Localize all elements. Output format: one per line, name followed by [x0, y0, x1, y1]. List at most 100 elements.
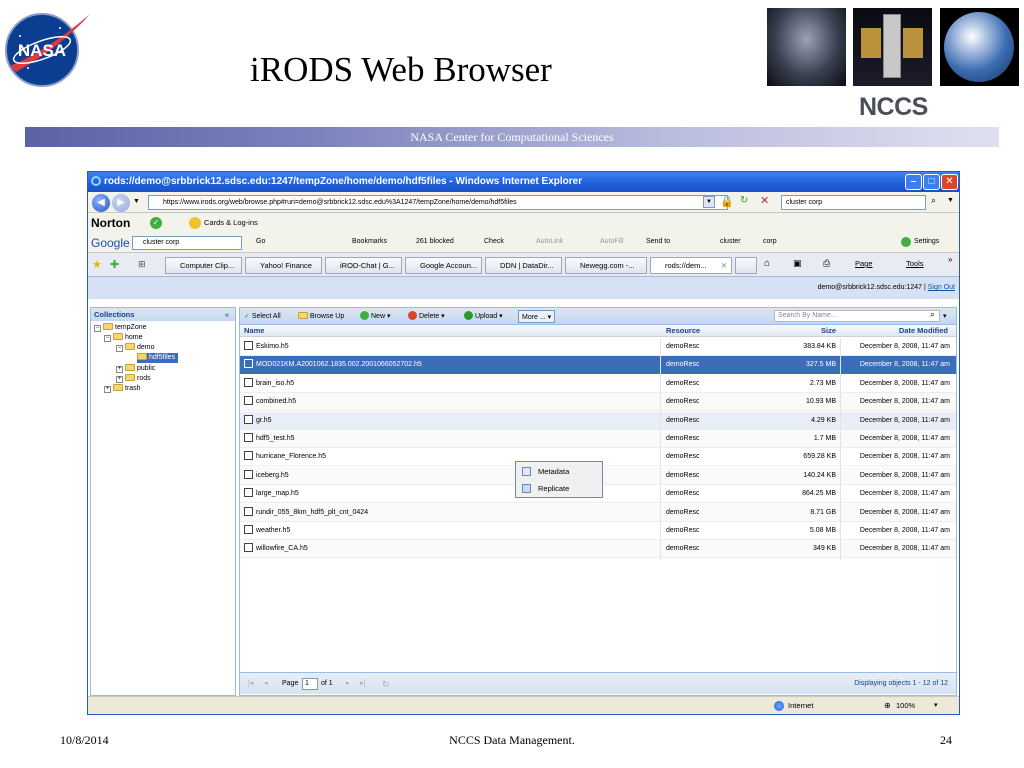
tab-irod-chat[interactable]: iROD-Chat | G...	[325, 257, 402, 274]
file-name-cell[interactable]: MOD021KM.A2001062.1835.002.2001066052702…	[244, 356, 422, 374]
cards-login-button[interactable]: Cards & Log-ins	[204, 218, 258, 227]
tree-node-rods[interactable]: + rods	[116, 374, 151, 384]
table-row[interactable]: MOD021KM.A2001062.1835.002.2001066052702…	[240, 356, 956, 375]
file-name-cell[interactable]: hdf5_test.h5	[244, 430, 295, 448]
tree-node-trash[interactable]: + trash	[104, 384, 141, 394]
chevron-more-icon[interactable]: »	[948, 255, 952, 264]
next-page-icon[interactable]: ▸	[346, 673, 350, 695]
tab-newegg[interactable]: Newegg.com -...	[565, 257, 647, 274]
browse-up-button[interactable]: Browse Up	[298, 310, 344, 323]
zoom-dropdown-icon[interactable]: ▾	[934, 697, 938, 714]
plus-icon[interactable]: +	[116, 376, 123, 383]
tab-yahoo-finance[interactable]: Yahoo! Finance	[245, 257, 322, 274]
history-dropdown-icon[interactable]: ▼	[133, 198, 140, 205]
tab-close-icon[interactable]: ✕	[721, 258, 727, 273]
table-row[interactable]: willowfire_CA.h5 demoResc 349 KB December 8…	[240, 540, 956, 559]
page-number-input[interactable]: 1	[302, 678, 318, 690]
url-dropdown-icon[interactable]: ▼	[703, 196, 715, 208]
table-row[interactable]: brain_iso.h5 demoResc 2.73 MB December 8, 2…	[240, 375, 956, 393]
tree-node-home[interactable]: − home	[104, 333, 143, 343]
delete-button[interactable]: Delete ▾	[408, 310, 445, 323]
corp-button[interactable]: corp	[763, 238, 777, 245]
file-name-cell[interactable]: iceberg.h5	[244, 467, 289, 485]
autofill-button[interactable]: AutoFill	[600, 238, 623, 245]
col-date[interactable]: Date Modified	[870, 325, 948, 337]
file-name-cell[interactable]: gr.h5	[244, 412, 272, 430]
autolink-button[interactable]: AutoLink	[536, 238, 563, 245]
upload-button[interactable]: Upload ▾	[464, 310, 503, 323]
file-name-cell[interactable]: Eskimo.h5	[244, 338, 289, 356]
file-name-cell[interactable]: combined.h5	[244, 393, 296, 411]
feeds-icon[interactable]: ▣	[793, 258, 802, 269]
col-size[interactable]: Size	[790, 325, 836, 337]
table-row[interactable]: combined.h5 demoResc 10.93 MB December 8, 2…	[240, 393, 956, 412]
forward-icon[interactable]: ▶	[112, 194, 130, 212]
back-icon[interactable]: ◀	[92, 194, 110, 212]
zoom-icon[interactable]: ⊕	[884, 697, 891, 714]
new-button[interactable]: New ▾	[360, 310, 390, 323]
grid-search-dropdown-icon[interactable]: ▾	[943, 312, 947, 320]
more-button[interactable]: More ... ▾	[518, 310, 556, 323]
table-row[interactable]: Eskimo.h5 demoResc 383.84 KB December 8, 20…	[240, 338, 956, 356]
file-name-cell[interactable]: brain_iso.h5	[244, 375, 294, 393]
col-resource[interactable]: Resource	[666, 325, 700, 337]
tree-node-hdf5files[interactable]: hdf5files	[137, 353, 179, 363]
page-menu[interactable]: Page	[855, 259, 873, 268]
maximize-button[interactable]: □	[923, 174, 940, 190]
first-page-icon[interactable]: |◂	[248, 673, 253, 695]
quick-tabs-icon[interactable]: ⊞	[138, 259, 146, 270]
tools-menu[interactable]: Tools	[906, 259, 924, 268]
select-all-button[interactable]: ✓ Select All	[244, 310, 281, 323]
minus-icon[interactable]: −	[104, 335, 111, 342]
google-go-button[interactable]: Go	[256, 238, 265, 245]
browser-search-input[interactable]: cluster corp	[781, 195, 926, 210]
file-name-cell[interactable]: willowfire_CA.h5	[244, 540, 308, 558]
settings-button[interactable]: Settings	[914, 238, 939, 245]
tab-computer-clip[interactable]: Computer Clip...	[165, 257, 242, 274]
sign-out-link[interactable]: Sign Out	[928, 284, 955, 291]
favorites-star-icon[interactable]: ★	[92, 258, 102, 271]
stop-icon[interactable]: ✕	[760, 194, 769, 207]
menu-item-metadata[interactable]: Metadata	[516, 464, 602, 479]
plus-icon[interactable]: +	[116, 366, 123, 373]
search-dropdown-icon[interactable]: ▼	[947, 197, 954, 204]
new-tab-button[interactable]	[735, 257, 757, 274]
send-to-button[interactable]: Send to	[646, 238, 670, 245]
norton-check-icon[interactable]: ✓	[150, 217, 162, 229]
check-button[interactable]: Check	[484, 238, 504, 245]
tree-node-public[interactable]: + public	[116, 364, 155, 374]
last-page-icon[interactable]: ▸|	[360, 673, 365, 695]
col-name[interactable]: Name	[244, 325, 264, 337]
grid-search-input[interactable]: Search By Name...	[774, 310, 940, 322]
minus-icon[interactable]: −	[116, 345, 123, 352]
bookmarks-button[interactable]: Bookmarks	[352, 238, 387, 245]
refresh-grid-icon[interactable]: ↻	[382, 673, 390, 695]
google-search-input[interactable]: cluster corp	[132, 236, 242, 250]
tab-rods-active[interactable]: rods://dem... ✕	[650, 257, 732, 274]
zoom-level[interactable]: 100%	[896, 697, 915, 714]
home-icon[interactable]: ⌂	[764, 258, 770, 269]
lock-icon[interactable]: 🔒	[720, 195, 734, 208]
file-name-cell[interactable]: weather.h5	[244, 522, 290, 540]
add-favorite-icon[interactable]: ✚	[110, 258, 119, 271]
file-name-cell[interactable]: hurricane_Florence.h5	[244, 448, 326, 466]
url-field[interactable]: https://www.irods.org/web/browse.php#rur…	[148, 195, 728, 210]
minus-icon[interactable]: −	[94, 325, 101, 332]
file-name-cell[interactable]: rundir_055_8km_hdf5_plt_cnt_0424	[244, 504, 368, 522]
table-row[interactable]: rundir_055_8km_hdf5_plt_cnt_0424 demoResc…	[240, 503, 956, 522]
tree-node-tempzone[interactable]: − tempZone	[94, 323, 147, 333]
plus-icon[interactable]: +	[104, 386, 111, 393]
table-row[interactable]: weather.h5 demoResc 5.08 MB December 8, 200…	[240, 522, 956, 540]
close-button[interactable]: ✕	[941, 174, 958, 190]
norton-label[interactable]: Norton	[91, 216, 130, 230]
cluster-button[interactable]: cluster	[720, 238, 741, 245]
file-name-cell[interactable]: large_map.h5	[244, 485, 299, 503]
minimize-button[interactable]: –	[905, 174, 922, 190]
tab-ddn[interactable]: DDN | DataDir...	[485, 257, 562, 274]
prev-page-icon[interactable]: ◂	[264, 673, 268, 695]
table-row[interactable]: gr.h5 demoResc 4.29 KB December 8, 2008, 11…	[240, 411, 956, 430]
tab-google-accounts[interactable]: Google Accoun...	[405, 257, 482, 274]
print-icon[interactable]: ⎙	[823, 258, 830, 269]
refresh-icon[interactable]: ↻	[740, 195, 748, 206]
table-row[interactable]: hdf5_test.h5 demoResc 1.7 MB December 8, 20…	[240, 430, 956, 448]
